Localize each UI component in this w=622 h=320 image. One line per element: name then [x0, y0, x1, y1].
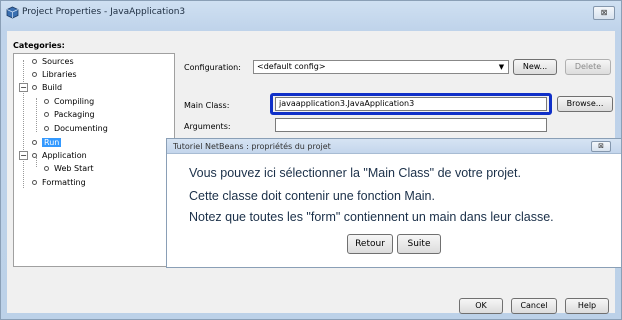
- tree-item-label: Sources: [42, 57, 74, 66]
- tree-item-label: Libraries: [42, 70, 77, 79]
- tree-item-application[interactable]: − Application: [19, 151, 87, 160]
- categories-label: Categories:: [13, 41, 65, 50]
- node-dot-icon: [44, 166, 49, 171]
- categories-tree[interactable]: Sources Libraries − Build Compiling Packa…: [13, 53, 175, 267]
- node-dot-icon: [32, 153, 37, 158]
- tree-item-label: Build: [42, 83, 63, 92]
- arguments-input[interactable]: [275, 118, 547, 132]
- delete-config-button[interactable]: Delete: [565, 59, 611, 75]
- tooltip-line-3: Notez que toutes les "form" contiennent …: [189, 210, 554, 224]
- tree-item-web-start[interactable]: Web Start: [44, 164, 94, 173]
- node-dot-icon: [32, 140, 37, 145]
- next-button[interactable]: Suite: [397, 234, 441, 254]
- arguments-label: Arguments:: [184, 122, 231, 131]
- tree-item-label: Run: [42, 138, 62, 147]
- tree-item-label: Application: [42, 151, 87, 160]
- tree-item-compiling[interactable]: Compiling: [44, 97, 94, 106]
- browse-button[interactable]: Browse...: [557, 96, 613, 112]
- tree-item-label: Formatting: [42, 178, 86, 187]
- node-dot-icon: [44, 99, 49, 104]
- tooltip-line-2: Cette classe doit contenir une fonction …: [189, 189, 435, 203]
- main-class-label: Main Class:: [184, 101, 230, 110]
- node-dot-icon: [32, 59, 37, 64]
- tree-item-label: Compiling: [54, 97, 95, 106]
- collapse-icon[interactable]: −: [19, 83, 28, 92]
- tree-item-sources[interactable]: Sources: [32, 57, 74, 66]
- ok-button[interactable]: OK: [459, 298, 503, 314]
- tree-item-label: Documenting: [54, 124, 108, 133]
- node-dot-icon: [32, 180, 37, 185]
- tree-item-build[interactable]: − Build: [19, 83, 62, 92]
- window-title: Project Properties - JavaApplication3: [22, 7, 186, 17]
- tooltip-title: Tutoriel NetBeans : propriétés du projet: [173, 142, 331, 151]
- configuration-label: Configuration:: [184, 63, 241, 72]
- tree-connector: [23, 60, 24, 188]
- chevron-down-icon: ▼: [498, 63, 505, 71]
- tree-item-label: Web Start: [54, 164, 94, 173]
- node-dot-icon: [44, 126, 49, 131]
- node-dot-icon: [32, 72, 37, 77]
- node-dot-icon: [44, 112, 49, 117]
- tree-item-formatting[interactable]: Formatting: [32, 178, 86, 187]
- main-class-highlight: [270, 93, 552, 115]
- tree-item-run[interactable]: Run: [32, 138, 62, 147]
- tooltip-title-bar: Tutoriel NetBeans : propriétés du projet…: [167, 139, 621, 154]
- title-bar: Project Properties - JavaApplication3 ⊠: [1, 1, 621, 25]
- help-button[interactable]: Help: [565, 298, 609, 314]
- cancel-button[interactable]: Cancel: [511, 298, 557, 314]
- configuration-select[interactable]: <default config> ▼: [253, 60, 509, 74]
- collapse-icon[interactable]: −: [19, 151, 28, 160]
- tree-item-documenting[interactable]: Documenting: [44, 124, 108, 133]
- close-button[interactable]: ⊠: [593, 6, 615, 20]
- new-config-button[interactable]: New...: [513, 59, 557, 75]
- configuration-value: <default config>: [257, 62, 326, 71]
- tree-connector: [36, 98, 37, 132]
- tooltip-close-button[interactable]: ⊠: [591, 141, 611, 152]
- tree-item-packaging[interactable]: Packaging: [44, 110, 95, 119]
- tree-item-libraries[interactable]: Libraries: [32, 70, 77, 79]
- node-dot-icon: [32, 85, 37, 90]
- back-button[interactable]: Retour: [347, 234, 393, 254]
- project-icon: [6, 6, 19, 19]
- tutorial-tooltip: Tutoriel NetBeans : propriétés du projet…: [166, 138, 622, 268]
- tree-item-label: Packaging: [54, 110, 95, 119]
- tooltip-line-1: Vous pouvez ici sélectionner la "Main Cl…: [189, 166, 521, 180]
